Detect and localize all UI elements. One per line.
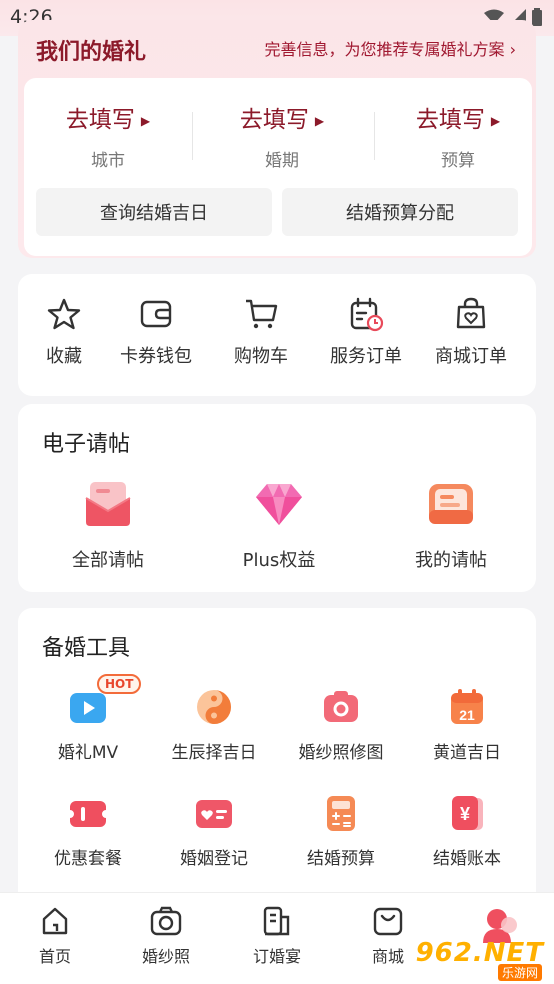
wedding-ledger-button[interactable]: ¥ 结婚账本 <box>403 792 531 869</box>
wedding-title: 我们的婚礼 <box>36 40 147 65</box>
wedding-budget-button[interactable]: 结婚预算 <box>277 792 405 869</box>
banquet-icon <box>263 906 290 936</box>
city-label: 城市 <box>91 151 125 171</box>
auspicious-days-button[interactable]: 21 黄道吉日 <box>403 686 531 763</box>
query-wedding-date-button[interactable]: 查询结婚吉日 <box>36 188 272 236</box>
birth-date-picker-label: 生辰择吉日 <box>171 743 257 763</box>
divider <box>374 112 375 160</box>
calculator-icon <box>320 792 362 834</box>
nav-banquet[interactable]: 订婚宴 <box>232 905 322 967</box>
quick-actions-card: 收藏 卡券钱包 购物车 服务订单 商城订单 <box>18 274 536 396</box>
svg-text:¥: ¥ <box>460 804 470 824</box>
all-invitations-label: 全部请帖 <box>72 550 144 571</box>
city-field[interactable]: 去填写 ▶ 城市 <box>28 100 188 171</box>
auspicious-days-label: 黄道吉日 <box>433 743 501 763</box>
cart-icon <box>246 299 278 329</box>
coupon-wallet-button[interactable]: 卡券钱包 <box>104 296 208 368</box>
diamond-icon <box>253 478 305 530</box>
date-label: 婚期 <box>265 151 299 171</box>
nav-home-label: 首页 <box>38 947 71 966</box>
favorites-button[interactable]: 收藏 <box>12 296 116 368</box>
wedding-mv-button[interactable]: HOT 婚礼MV <box>24 674 152 763</box>
budget-fill-action[interactable]: 去填写 ▶ <box>378 100 538 134</box>
my-invitations-label: 我的请帖 <box>415 550 487 571</box>
wedding-ledger-label: 结婚账本 <box>433 849 501 869</box>
mall-orders-button[interactable]: 商城订单 <box>419 296 523 368</box>
triangle-right-icon: ▶ <box>314 113 325 128</box>
svg-text:21: 21 <box>459 707 475 723</box>
birth-date-picker-button[interactable]: 生辰择吉日 <box>150 686 278 763</box>
nav-home[interactable]: 首页 <box>10 905 100 967</box>
service-order-icon <box>350 297 384 332</box>
mall-orders-label: 商城订单 <box>435 346 507 367</box>
complete-info-link[interactable]: 完善信息，为您推荐专属婚礼方案 › <box>265 36 517 60</box>
photo-retouch-label: 婚纱照修图 <box>298 743 384 763</box>
my-invitations-button[interactable]: 我的请帖 <box>371 478 531 572</box>
wedding-fields-panel: 去填写 ▶ 城市 去填写 ▶ 婚期 去填写 ▶ 预算 查询结婚吉日 结婚预算分配 <box>24 78 532 256</box>
wallet-icon <box>140 300 172 328</box>
service-orders-label: 服务订单 <box>330 346 402 367</box>
e-invitations-card: 电子请帖 全部请帖 Plus权益 我的请帖 <box>18 404 536 592</box>
home-icon <box>42 907 68 935</box>
plus-benefits-button[interactable]: Plus权益 <box>199 478 359 572</box>
watermark: 962.NET 乐游网 <box>408 936 548 981</box>
date-field[interactable]: 去填写 ▶ 婚期 <box>202 100 362 171</box>
service-orders-button[interactable]: 服务订单 <box>314 296 418 368</box>
discount-package-label: 优惠套餐 <box>54 849 122 869</box>
calendar-icon: 21 <box>446 686 488 728</box>
date-fill-action[interactable]: 去填写 ▶ <box>202 100 362 134</box>
video-icon: HOT <box>67 674 142 728</box>
plus-benefits-label: Plus权益 <box>242 550 316 571</box>
wedding-tools-card: 备婚工具 HOT 婚礼MV 生辰择吉日 婚纱照修图 21 黄道吉日 优惠套餐 婚… <box>18 608 536 908</box>
shop-bag-icon <box>373 907 403 936</box>
all-invitations-button[interactable]: 全部请帖 <box>28 478 188 572</box>
divider <box>192 112 193 160</box>
nav-banquet-label: 订婚宴 <box>252 947 301 966</box>
favorites-label: 收藏 <box>46 346 82 367</box>
cart-button[interactable]: 购物车 <box>209 296 313 368</box>
cart-label: 购物车 <box>234 346 288 367</box>
nav-wedding-photos[interactable]: 婚纱照 <box>121 905 211 967</box>
watermark-subtext: 乐游网 <box>497 964 542 981</box>
wedding-budget-label: 结婚预算 <box>307 849 375 869</box>
wedding-mv-label: 婚礼MV <box>57 743 119 763</box>
camera-icon <box>150 906 182 936</box>
wedding-tools-title: 备婚工具 <box>42 636 131 661</box>
battery-icon <box>532 8 542 26</box>
envelope-icon <box>82 478 134 530</box>
marriage-registration-label: 婚姻登记 <box>180 849 248 869</box>
wedding-info-card: 我们的婚礼 完善信息，为您推荐专属婚礼方案 › 去填写 ▶ 城市 去填写 ▶ 婚期 … <box>18 20 536 258</box>
certificate-icon <box>193 792 235 834</box>
discount-package-button[interactable]: 优惠套餐 <box>24 792 152 869</box>
ledger-icon: ¥ <box>446 792 488 834</box>
nav-wedding-photos-label: 婚纱照 <box>141 947 190 966</box>
star-icon <box>47 298 81 330</box>
budget-field[interactable]: 去填写 ▶ 预算 <box>378 100 538 171</box>
marriage-registration-button[interactable]: 婚姻登记 <box>150 792 278 869</box>
camera-icon <box>320 686 362 728</box>
budget-label: 预算 <box>441 151 475 171</box>
photo-retouch-button[interactable]: 婚纱照修图 <box>277 686 405 763</box>
budget-allocation-button[interactable]: 结婚预算分配 <box>282 188 518 236</box>
city-fill-action[interactable]: 去填写 ▶ <box>28 100 188 134</box>
hot-badge: HOT <box>97 674 142 694</box>
coupon-wallet-label: 卡券钱包 <box>120 346 192 367</box>
my-invitation-icon <box>425 478 477 530</box>
mall-order-icon <box>456 297 486 329</box>
yin-yang-icon <box>193 686 235 728</box>
e-invitations-title: 电子请帖 <box>42 432 131 457</box>
triangle-right-icon: ▶ <box>140 113 151 128</box>
triangle-right-icon: ▶ <box>490 113 501 128</box>
coupon-icon <box>66 792 110 834</box>
